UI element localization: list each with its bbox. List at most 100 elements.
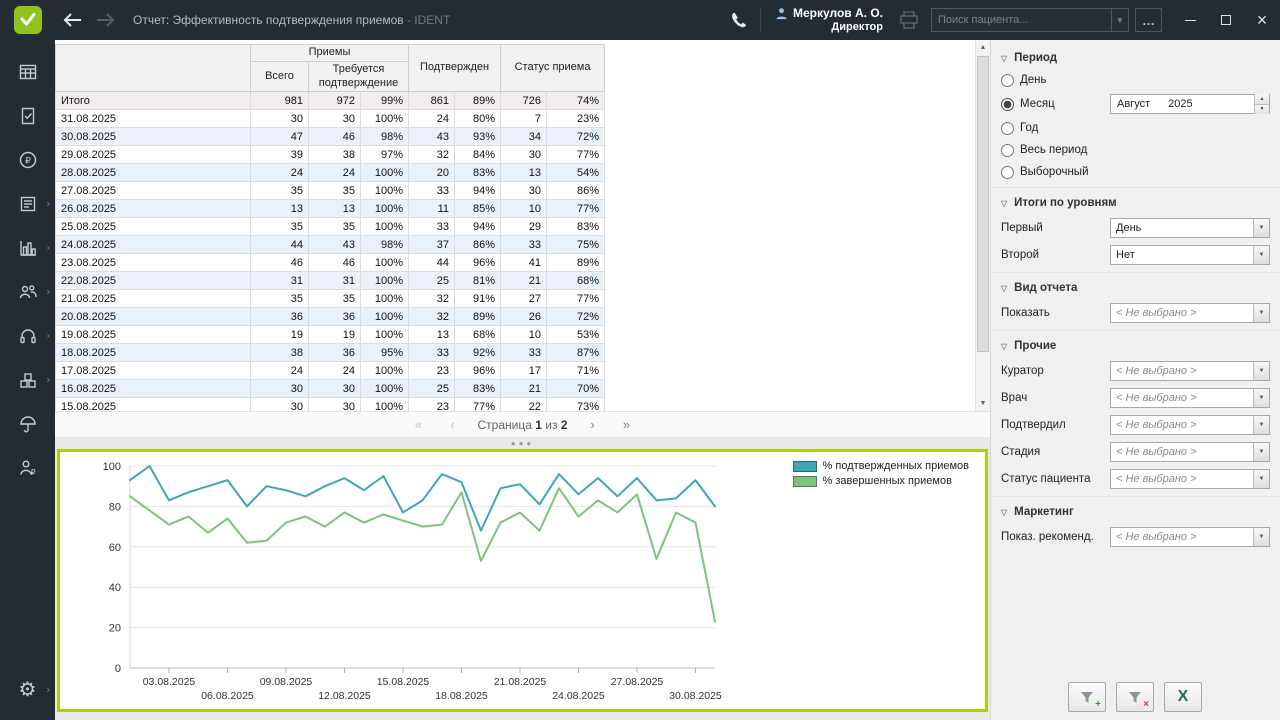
scroll-down-icon[interactable]: ▼ xyxy=(976,396,990,411)
chevron-down-icon[interactable]: ▼ xyxy=(1253,362,1269,380)
scroll-up-icon[interactable]: ▲ xyxy=(976,40,990,55)
phone-icon xyxy=(729,11,748,30)
excel-export-button[interactable]: X xyxy=(1164,682,1202,712)
radio-day[interactable]: День xyxy=(1001,74,1047,87)
chevron-down-icon[interactable]: ▼ xyxy=(1253,219,1269,237)
sidebar-item-schedule[interactable] xyxy=(0,50,55,94)
sidebar-item-callcenter[interactable]: › xyxy=(0,314,55,358)
sidebar-item-salary[interactable]: ₽ xyxy=(0,446,55,490)
user-menu[interactable]: Меркулов А. О. Директор xyxy=(775,6,883,35)
table-row[interactable]: 30.08.2025474698%4393%3472% xyxy=(56,128,605,146)
dropdown-referral-source[interactable]: < Не выбрано >▼ xyxy=(1110,527,1270,547)
table-row[interactable]: 21.08.20253535100%3291%2777% xyxy=(56,290,605,308)
plus-icon: + xyxy=(1095,699,1101,710)
print-button[interactable] xyxy=(893,0,925,40)
table-row[interactable]: 19.08.20251919100%1368%1053% xyxy=(56,326,605,344)
patient-search-input[interactable] xyxy=(932,14,1111,26)
back-button[interactable] xyxy=(55,0,89,40)
schedule-icon xyxy=(18,62,38,82)
sidebar-item-patients[interactable]: › xyxy=(0,270,55,314)
spin-down-icon[interactable]: ▼ xyxy=(1255,104,1269,115)
table-row[interactable]: 31.08.20253030100%2480%723% xyxy=(56,110,605,128)
radio-year[interactable]: Год xyxy=(1001,122,1038,135)
table-row[interactable]: Итого98197299%86189%72674% xyxy=(56,92,605,110)
sidebar-item-journal[interactable]: › xyxy=(0,182,55,226)
section-levels-header[interactable]: ▽Итоги по уровням xyxy=(991,191,1280,214)
section-view-header[interactable]: ▽Вид отчета xyxy=(991,276,1280,299)
journal-icon xyxy=(18,194,38,214)
minimize-button[interactable] xyxy=(1172,0,1208,40)
warehouse-boxes-icon xyxy=(18,370,38,390)
svg-text:100: 100 xyxy=(103,461,121,473)
last-page-button[interactable]: » xyxy=(618,417,636,432)
table-row[interactable]: 24.08.2025444398%3786%3375% xyxy=(56,236,605,254)
funnel-icon xyxy=(1127,690,1143,705)
report-table-area: Приемы Подтвержден Статус приема Всего Т… xyxy=(55,40,990,411)
table-row[interactable]: 29.08.2025393897%3284%3077% xyxy=(56,146,605,164)
dropdown-show[interactable]: < Не выбрано >▼ xyxy=(1110,303,1270,323)
chart-panel[interactable]: 02040608010003.08.202506.08.202509.08.20… xyxy=(57,449,988,712)
sidebar-item-insurance[interactable] xyxy=(0,402,55,446)
table-row[interactable]: 27.08.20253535100%3394%3086% xyxy=(56,182,605,200)
dropdown-patient-status[interactable]: < Не выбрано >▼ xyxy=(1110,469,1270,489)
spin-up-icon[interactable]: ▲ xyxy=(1255,94,1269,104)
chevron-down-icon[interactable]: ▼ xyxy=(1253,389,1269,407)
sidebar-item-warehouse[interactable]: › xyxy=(0,358,55,402)
chevron-right-icon: › xyxy=(47,243,50,254)
more-button[interactable]: … xyxy=(1135,8,1162,32)
dropdown-curator[interactable]: < Не выбрано >▼ xyxy=(1110,361,1270,381)
chevron-down-icon[interactable]: ▼ xyxy=(1253,416,1269,434)
sidebar-item-settings[interactable]: ⚙ › xyxy=(0,668,55,712)
scrollbar-thumb[interactable] xyxy=(977,56,989,352)
table-row[interactable]: 18.08.2025383695%3392%3387% xyxy=(56,344,605,362)
dropdown-second-level[interactable]: Нет▼ xyxy=(1110,245,1270,265)
salary-icon: ₽ xyxy=(18,458,38,478)
forward-button[interactable] xyxy=(89,0,123,40)
collapse-icon: ▽ xyxy=(1001,342,1007,351)
month-spinner[interactable]: Август2025 ▲▼ xyxy=(1110,94,1270,114)
table-row[interactable]: 23.08.20254646100%4496%4189% xyxy=(56,254,605,272)
table-row[interactable]: 26.08.20251313100%1185%1077% xyxy=(56,200,605,218)
chevron-down-icon[interactable]: ▼ xyxy=(1253,304,1269,322)
radio-custom[interactable]: Выборочный xyxy=(1001,166,1089,179)
sidebar-item-payments[interactable]: ₽ xyxy=(0,138,55,182)
first-page-button[interactable]: « xyxy=(409,417,427,432)
table-row[interactable]: 22.08.20253131100%2581%2168% xyxy=(56,272,605,290)
table-row[interactable]: 16.08.20253030100%2583%2170% xyxy=(56,380,605,398)
table-row[interactable]: 25.08.20253535100%3394%2983% xyxy=(56,218,605,236)
section-period-header[interactable]: ▽Период xyxy=(991,46,1280,69)
patient-search[interactable]: ▼ xyxy=(931,8,1129,32)
dropdown-first-level[interactable]: День▼ xyxy=(1110,218,1270,238)
radio-whole-period[interactable]: Весь период xyxy=(1001,144,1087,157)
table-row[interactable]: 15.08.20253030100%2377%2273% xyxy=(56,398,605,411)
chevron-down-icon[interactable]: ▼ xyxy=(1111,9,1128,31)
dropdown-doctor[interactable]: < Не выбрано >▼ xyxy=(1110,388,1270,408)
next-page-button[interactable]: › xyxy=(584,417,602,432)
svg-text:15.08.2025: 15.08.2025 xyxy=(377,676,430,688)
dropdown-stage[interactable]: < Не выбрано >▼ xyxy=(1110,442,1270,462)
phone-button[interactable] xyxy=(722,0,756,40)
chevron-down-icon[interactable]: ▼ xyxy=(1253,443,1269,461)
filter-clear-button[interactable]: × xyxy=(1116,682,1154,712)
section-other-header[interactable]: ▽Прочие xyxy=(991,334,1280,357)
maximize-button[interactable] xyxy=(1208,0,1244,40)
section-marketing-header[interactable]: ▽Маркетинг xyxy=(991,500,1280,523)
app-logo-icon[interactable] xyxy=(14,6,42,34)
close-icon: × xyxy=(1257,11,1268,29)
table-row[interactable]: 20.08.20253636100%3289%2672% xyxy=(56,308,605,326)
chevron-down-icon[interactable]: ▼ xyxy=(1253,246,1269,264)
vertical-scrollbar[interactable]: ▲ ▼ xyxy=(975,40,990,411)
radio-month[interactable]: Месяц xyxy=(1001,98,1055,111)
chevron-down-icon[interactable]: ▼ xyxy=(1253,528,1269,546)
close-button[interactable]: × xyxy=(1244,0,1280,40)
table-row[interactable]: 28.08.20252424100%2083%1354% xyxy=(56,164,605,182)
dropdown-confirmed-by[interactable]: < Не выбрано >▼ xyxy=(1110,415,1270,435)
sidebar-item-reports[interactable]: › xyxy=(0,226,55,270)
splitter-handle[interactable]: ●●● xyxy=(55,437,990,449)
app-window: Отчет: Эффективность подтверждения прием… xyxy=(0,0,1280,720)
prev-page-button[interactable]: ‹ xyxy=(443,417,461,432)
sidebar-item-tasks[interactable] xyxy=(0,94,55,138)
table-row[interactable]: 17.08.20252424100%2396%1771% xyxy=(56,362,605,380)
filter-add-button[interactable]: + xyxy=(1068,682,1106,712)
chevron-down-icon[interactable]: ▼ xyxy=(1253,470,1269,488)
